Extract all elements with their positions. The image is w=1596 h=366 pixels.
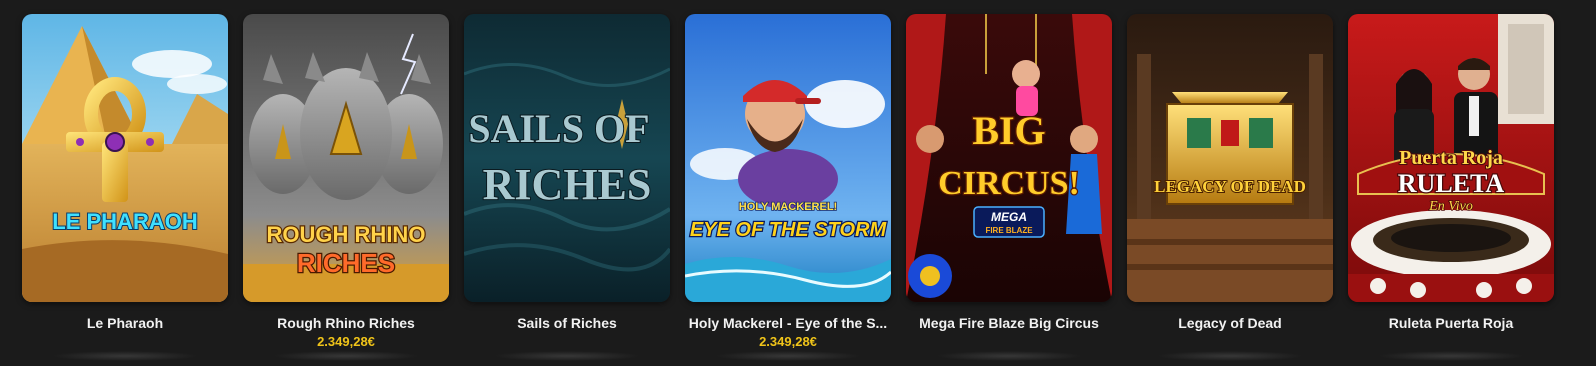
game-thumbnail-ruleta-puerta-roja[interactable]: Puerta Roja RULETA En Vivo	[1348, 14, 1554, 302]
game-caption: Holy Mackerel - Eye of the S... 2.349,28…	[685, 314, 891, 350]
golden-sarcophagus-art: LEGACY OF DEAD	[1127, 14, 1333, 302]
circus-tent-art: BIG CIRCUS! MEGA FIRE BLAZE	[906, 14, 1112, 302]
svg-text:En Vivo: En Vivo	[1428, 199, 1473, 214]
game-title[interactable]: Holy Mackerel - Eye of the S...	[685, 314, 891, 332]
game-thumbnail-holy-mackerel[interactable]: HOLY MACKEREL! EYE OF THE STORM	[685, 14, 891, 302]
stormy-sea-art: SAILS OF RICHES	[464, 14, 670, 302]
ankh-logo-art: LE PHARAOH	[22, 14, 228, 302]
game-thumbnail-sails-of-riches[interactable]: SAILS OF RICHES	[464, 14, 670, 302]
game-caption: Mega Fire Blaze Big Circus	[906, 314, 1112, 332]
game-thumbnail-big-circus[interactable]: BIG CIRCUS! MEGA FIRE BLAZE	[906, 14, 1112, 302]
jackpot-amount: 2.349,28€	[317, 334, 375, 349]
game-title[interactable]: Legacy of Dead	[1127, 314, 1333, 332]
rhino-herd-art: ROUGH RHINO RICHES	[243, 14, 449, 302]
svg-text:BIG: BIG	[972, 108, 1045, 153]
game-card-legacy-of-dead[interactable]: LEGACY OF DEAD Legacy of Dead	[1127, 14, 1333, 361]
card-shadow	[273, 351, 419, 361]
game-card-le-pharaoh[interactable]: LE PHARAOH Le Pharaoh	[22, 14, 228, 361]
roulette-hosts-art: Puerta Roja RULETA En Vivo	[1348, 14, 1554, 302]
game-caption: Legacy of Dead	[1127, 314, 1333, 332]
game-card-ruleta-puerta-roja[interactable]: Puerta Roja RULETA En Vivo Ruleta Puerta…	[1348, 14, 1554, 361]
card-shadow	[494, 351, 640, 361]
game-caption: Sails of Riches	[464, 314, 670, 332]
svg-text:SAILS OF: SAILS OF	[468, 106, 649, 151]
game-title[interactable]: Mega Fire Blaze Big Circus	[906, 314, 1112, 332]
game-thumbnail-rough-rhino-riches[interactable]: ROUGH RHINO RICHES	[243, 14, 449, 302]
game-card-holy-mackerel[interactable]: HOLY MACKEREL! EYE OF THE STORM Holy Mac…	[685, 14, 891, 361]
game-caption: Le Pharaoh	[22, 314, 228, 332]
game-thumbnail-legacy-of-dead[interactable]: LEGACY OF DEAD	[1127, 14, 1333, 302]
game-caption: Rough Rhino Riches 2.349,28€	[243, 314, 449, 350]
game-title[interactable]: Rough Rhino Riches	[243, 314, 449, 332]
game-title[interactable]: Le Pharaoh	[22, 314, 228, 332]
svg-text:CIRCUS!: CIRCUS!	[938, 165, 1080, 202]
svg-text:ROUGH RHINO: ROUGH RHINO	[267, 222, 426, 247]
game-thumbnail-le-pharaoh[interactable]: LE PHARAOH	[22, 14, 228, 302]
game-caption: Ruleta Puerta Roja	[1348, 314, 1554, 332]
jackpot-amount: 2.349,28€	[759, 334, 817, 349]
card-shadow	[936, 351, 1082, 361]
game-title[interactable]: Sails of Riches	[464, 314, 670, 332]
game-carousel: LE PHARAOH Le Pharaoh ROUGH RHINO RICHES…	[0, 0, 1596, 366]
game-card-rough-rhino-riches[interactable]: ROUGH RHINO RICHES Rough Rhino Riches 2.…	[243, 14, 449, 361]
svg-text:LEGACY OF DEAD: LEGACY OF DEAD	[1154, 177, 1306, 196]
svg-text:RICHES: RICHES	[297, 248, 395, 278]
svg-text:FIRE BLAZE: FIRE BLAZE	[985, 226, 1033, 235]
card-shadow	[52, 351, 198, 361]
card-shadow	[1378, 351, 1524, 361]
svg-text:RULETA: RULETA	[1398, 169, 1505, 198]
game-card-big-circus[interactable]: BIG CIRCUS! MEGA FIRE BLAZE Mega Fire Bl…	[906, 14, 1112, 361]
svg-text:RICHES: RICHES	[483, 160, 652, 209]
card-shadow	[1157, 351, 1303, 361]
svg-text:MEGA: MEGA	[991, 210, 1027, 224]
svg-text:Puerta Roja: Puerta Roja	[1399, 147, 1503, 169]
svg-text:HOLY MACKEREL!: HOLY MACKEREL!	[739, 201, 837, 213]
card-shadow	[715, 351, 861, 361]
game-title[interactable]: Ruleta Puerta Roja	[1348, 314, 1554, 332]
svg-text:LE PHARAOH: LE PHARAOH	[52, 209, 197, 234]
fisherman-art: HOLY MACKEREL! EYE OF THE STORM	[685, 14, 891, 302]
svg-text:EYE OF THE STORM: EYE OF THE STORM	[690, 219, 888, 241]
game-card-sails-of-riches[interactable]: SAILS OF RICHES Sails of Riches	[464, 14, 670, 361]
